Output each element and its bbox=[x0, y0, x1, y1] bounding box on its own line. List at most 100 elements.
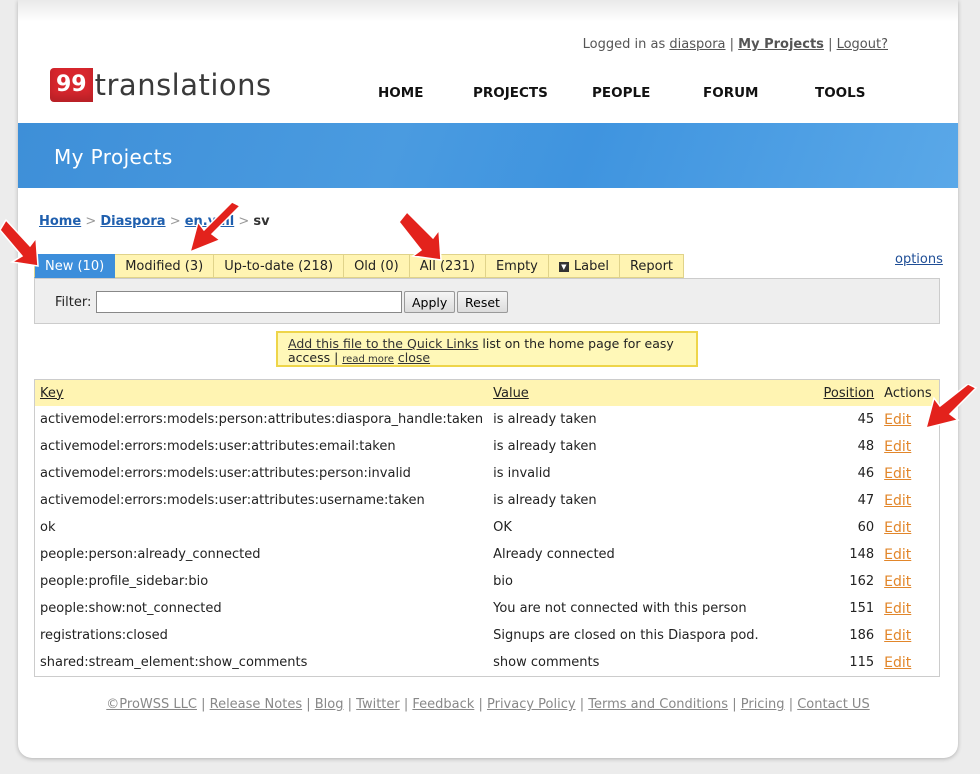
edit-link[interactable]: Edit bbox=[884, 628, 911, 644]
edit-link[interactable]: Edit bbox=[884, 439, 911, 455]
username-link[interactable]: diaspora bbox=[669, 37, 725, 52]
row-value: OK bbox=[493, 520, 512, 535]
page-title: My Projects bbox=[54, 145, 173, 169]
separator: | bbox=[828, 37, 837, 52]
row-position: 186 bbox=[849, 628, 875, 643]
table-row: people:person:already_connected Already c… bbox=[35, 541, 940, 568]
footer-link[interactable]: Blog bbox=[315, 697, 344, 712]
row-position: 151 bbox=[849, 601, 875, 616]
footer-separator: | bbox=[728, 697, 741, 712]
edit-link[interactable]: Edit bbox=[884, 601, 911, 617]
footer-separator: | bbox=[575, 697, 589, 712]
main-nav: HOME PROJECTS PEOPLE FORUM TOOLS bbox=[378, 85, 866, 101]
table-row: registrations:closed Signups are closed o… bbox=[35, 622, 940, 649]
row-key: shared:stream_element:show_comments bbox=[40, 655, 308, 670]
edit-link[interactable]: Edit bbox=[884, 574, 911, 590]
table-row: activemodel:errors:models:user:attribute… bbox=[35, 460, 940, 487]
row-key: activemodel:errors:models:user:attribute… bbox=[40, 493, 425, 508]
key-column-header[interactable]: Key bbox=[40, 386, 64, 401]
tab-modified[interactable]: Modified (3) bbox=[115, 254, 215, 278]
row-value: is invalid bbox=[493, 466, 551, 481]
tab-new[interactable]: New (10) bbox=[34, 254, 116, 278]
table-row: people:show:not_connected You are not con… bbox=[35, 595, 940, 622]
nav-tools[interactable]: TOOLS bbox=[815, 85, 866, 101]
translations-table: Key Value Position Actions activemodel:e… bbox=[34, 379, 940, 677]
row-value: Signups are closed on this Diaspora pod. bbox=[493, 628, 759, 643]
logout-link[interactable]: Logout? bbox=[837, 37, 888, 52]
footer-link[interactable]: Contact US bbox=[797, 697, 869, 712]
row-value: is already taken bbox=[493, 439, 597, 454]
breadcrumb-project[interactable]: Diaspora bbox=[100, 214, 165, 229]
row-value: is already taken bbox=[493, 412, 597, 427]
close-link[interactable]: close bbox=[398, 350, 430, 365]
row-key: activemodel:errors:models:person:attribu… bbox=[40, 412, 484, 427]
tab-up-to-date[interactable]: Up-to-date (218) bbox=[214, 254, 345, 278]
quick-links-link[interactable]: Add this file to the Quick Links bbox=[288, 336, 478, 351]
footer-separator: | bbox=[343, 697, 357, 712]
quick-links-notice: Add this file to the Quick Links list on… bbox=[276, 331, 698, 367]
tab-label-text: Label bbox=[573, 259, 609, 274]
row-key: people:profile_sidebar:bio bbox=[40, 574, 209, 589]
edit-link[interactable]: Edit bbox=[884, 493, 911, 509]
footer-link[interactable]: Terms and Conditions bbox=[588, 697, 728, 712]
read-more-link[interactable]: read more bbox=[342, 354, 394, 365]
edit-link[interactable]: Edit bbox=[884, 466, 911, 482]
row-value: is already taken bbox=[493, 493, 597, 508]
row-key: ok bbox=[40, 520, 56, 535]
footer-link[interactable]: Pricing bbox=[741, 697, 785, 712]
edit-link[interactable]: Edit bbox=[884, 655, 911, 671]
row-value: You are not connected with this person bbox=[493, 601, 747, 616]
tab-report[interactable]: Report bbox=[619, 254, 685, 278]
table-row: shared:stream_element:show_comments show … bbox=[35, 649, 940, 677]
user-bar: Logged in as diaspora | My Projects | Lo… bbox=[583, 37, 888, 52]
footer-separator: | bbox=[302, 697, 315, 712]
tab-old[interactable]: Old (0) bbox=[344, 254, 410, 278]
table-header-row: Key Value Position Actions bbox=[34, 379, 940, 406]
table-row: activemodel:errors:models:person:attribu… bbox=[35, 406, 940, 433]
edit-link[interactable]: Edit bbox=[884, 412, 911, 428]
actions-column-header: Actions bbox=[879, 379, 940, 406]
breadcrumb-file[interactable]: en.yml bbox=[185, 214, 235, 229]
tab-all[interactable]: All (231) bbox=[409, 254, 486, 278]
row-position: 46 bbox=[857, 466, 875, 481]
top-fade bbox=[18, 0, 958, 22]
nav-forum[interactable]: FORUM bbox=[703, 85, 815, 101]
row-value: Already connected bbox=[493, 547, 615, 562]
reset-button[interactable]: Reset bbox=[457, 291, 508, 313]
footer-separator: | bbox=[474, 697, 487, 712]
footer-separator: | bbox=[784, 697, 798, 712]
value-column-header[interactable]: Value bbox=[493, 386, 529, 401]
breadcrumb-home[interactable]: Home bbox=[39, 214, 81, 229]
row-position: 60 bbox=[857, 520, 875, 535]
footer-link[interactable]: Privacy Policy bbox=[487, 697, 576, 712]
edit-link[interactable]: Edit bbox=[884, 547, 911, 563]
separator: | bbox=[729, 37, 739, 52]
nav-people[interactable]: PEOPLE bbox=[592, 85, 703, 101]
row-position: 162 bbox=[849, 574, 875, 589]
options-link[interactable]: options bbox=[895, 252, 943, 267]
filter-input[interactable] bbox=[96, 291, 402, 313]
nav-home[interactable]: HOME bbox=[378, 85, 473, 101]
row-key: people:person:already_connected bbox=[40, 547, 261, 562]
tab-empty[interactable]: Empty bbox=[485, 254, 549, 278]
footer-separator: | bbox=[196, 697, 210, 712]
row-value: bio bbox=[493, 574, 513, 589]
filter-label: Filter: bbox=[55, 295, 92, 310]
footer-link[interactable]: ©ProWSS LLC bbox=[106, 697, 197, 712]
page-container: Logged in as diaspora | My Projects | Lo… bbox=[18, 0, 958, 758]
position-column-header[interactable]: Position bbox=[824, 386, 875, 401]
footer-link[interactable]: Twitter bbox=[356, 697, 400, 712]
table-row: people:profile_sidebar:bio bio 162 Edit bbox=[35, 568, 940, 595]
footer-link[interactable]: Release Notes bbox=[210, 697, 302, 712]
logo-word: translations bbox=[94, 68, 272, 102]
edit-link[interactable]: Edit bbox=[884, 520, 911, 536]
nav-projects[interactable]: PROJECTS bbox=[473, 85, 592, 101]
logo[interactable]: 99 translations bbox=[50, 67, 272, 103]
breadcrumb-current: sv bbox=[253, 214, 270, 229]
row-key: registrations:closed bbox=[40, 628, 168, 643]
row-position: 148 bbox=[849, 547, 875, 562]
footer-link[interactable]: Feedback bbox=[412, 697, 474, 712]
my-projects-link[interactable]: My Projects bbox=[738, 37, 824, 52]
apply-button[interactable]: Apply bbox=[404, 291, 456, 313]
tab-label[interactable]: ▼ Label bbox=[548, 254, 620, 278]
